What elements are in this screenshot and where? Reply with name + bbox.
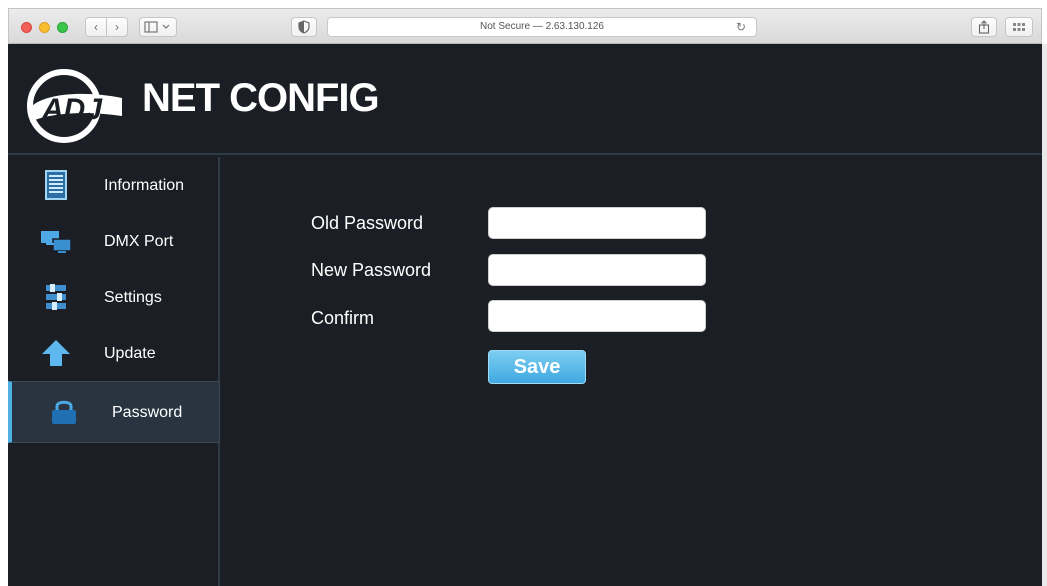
document-icon	[45, 170, 67, 200]
page: ADJ NET CONFIG Information DMX Port Sett…	[8, 44, 1042, 586]
forward-button[interactable]: ›	[106, 17, 128, 37]
address-bar[interactable]: Not Secure — 2.63.130.126 ↻	[327, 17, 757, 37]
sidebar-item-update[interactable]: Update	[8, 325, 220, 383]
lock-icon	[52, 400, 76, 424]
monitors-icon	[41, 231, 72, 253]
tab-overview-button[interactable]	[1005, 17, 1033, 37]
adj-logo: ADJ	[27, 69, 122, 143]
sidebar: Information DMX Port Settings Update Pas…	[8, 157, 220, 586]
sidebar-item-label: Update	[104, 345, 156, 362]
chevron-right-icon: ›	[115, 20, 119, 34]
confirm-password-input[interactable]	[488, 300, 706, 332]
sidebar-item-information[interactable]: Information	[8, 157, 220, 215]
sidebar-item-label: Settings	[104, 289, 162, 306]
close-window-button[interactable]	[21, 22, 32, 33]
new-password-input[interactable]	[488, 254, 706, 286]
scrollbar[interactable]	[1042, 44, 1047, 586]
grid-icon	[1013, 23, 1025, 31]
sidebar-icon	[144, 21, 170, 33]
sidebar-item-dmx-port[interactable]: DMX Port	[8, 213, 220, 271]
minimize-window-button[interactable]	[39, 22, 50, 33]
browser-toolbar: ‹ › Not Secure — 2.63.130.126 ↻	[8, 8, 1042, 44]
save-button[interactable]: Save	[488, 350, 586, 384]
sidebar-item-label: DMX Port	[104, 233, 174, 250]
address-text: Not Secure — 2.63.130.126	[480, 21, 604, 32]
sidebar-item-label: Information	[104, 177, 185, 194]
sliders-icon	[46, 284, 66, 310]
old-password-input[interactable]	[488, 207, 706, 239]
sidebar-item-label: Password	[112, 404, 183, 421]
up-arrow-icon	[42, 340, 70, 366]
page-title: NET CONFIG	[142, 76, 380, 120]
sidebar-toggle-button[interactable]	[139, 17, 177, 37]
privacy-report-button[interactable]	[291, 17, 317, 37]
old-password-label: Old Password	[311, 213, 424, 233]
new-password-label: New Password	[311, 260, 432, 280]
back-button[interactable]: ‹	[85, 17, 107, 37]
share-icon	[978, 20, 990, 34]
sidebar-item-settings[interactable]: Settings	[8, 269, 220, 327]
share-button[interactable]	[971, 17, 997, 37]
shield-icon	[298, 20, 310, 34]
sidebar-item-password[interactable]: Password	[8, 381, 220, 443]
svg-text:ADJ: ADJ	[41, 93, 103, 126]
confirm-password-label: Confirm	[311, 308, 375, 328]
page-header: ADJ NET CONFIG	[8, 44, 1042, 155]
zoom-window-button[interactable]	[57, 22, 68, 33]
reload-icon[interactable]: ↻	[736, 18, 746, 36]
chevron-left-icon: ‹	[94, 20, 98, 34]
